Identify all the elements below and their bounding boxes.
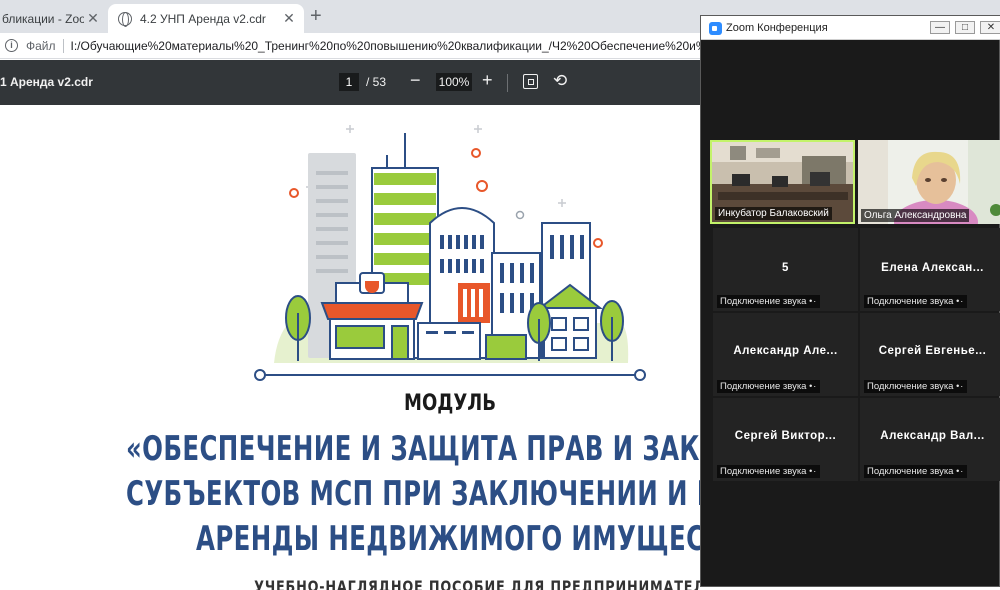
participant-name: Инкубатор Балаковский xyxy=(715,207,832,220)
zoom-out-button[interactable]: − xyxy=(410,70,421,91)
participant-tile[interactable]: Александр Вал... Подключение звука •· xyxy=(860,398,1000,481)
tab-zoom-publications[interactable]: бликации - Zoom ✕ xyxy=(0,4,108,33)
maximize-button[interactable]: □ xyxy=(955,21,975,34)
tab-label: бликации - Zoom xyxy=(2,11,84,26)
audio-status: Подключение звука •· xyxy=(864,295,968,308)
close-button[interactable]: ✕ xyxy=(980,21,1000,34)
close-tab-icon[interactable]: ✕ xyxy=(280,10,298,27)
rotate-icon[interactable]: ⟲ xyxy=(553,72,567,89)
participant-name: Сергей Виктор... xyxy=(734,430,837,442)
close-tab-icon[interactable]: ✕ xyxy=(84,10,102,27)
participant-tile[interactable]: Елена Алексан... Подключение звука •· xyxy=(860,228,1000,311)
audio-status: Подключение звука •· xyxy=(717,465,821,478)
document-title-line-1: «ОБЕСПЕЧЕНИЕ И ЗАЩИТА ПРАВ И ЗАКОННЫХ ИН… xyxy=(126,429,700,469)
participant-tile[interactable]: Сергей Евгенье... Подключение звука •· xyxy=(860,313,1000,396)
fit-to-page-icon[interactable] xyxy=(523,74,538,89)
participant-name: Сергей Евгенье... xyxy=(878,345,987,357)
tab-pdf-document[interactable]: 4.2 УНП Аренда v2.cdr ✕ xyxy=(108,4,304,33)
info-icon[interactable]: i xyxy=(5,39,18,52)
page-total: / 53 xyxy=(366,75,387,89)
participant-name: Александр Вал... xyxy=(880,430,985,442)
participant-name: 5 xyxy=(782,262,789,274)
zoom-level-input[interactable]: 100% xyxy=(436,73,472,91)
participant-name: Елена Алексан... xyxy=(881,262,984,274)
audio-status: Подключение звука •· xyxy=(717,295,821,308)
pdf-file-title: 1 Аренда v2.cdr xyxy=(0,75,93,89)
pdf-page: МОДУЛЬ «ОБЕСПЕЧЕНИЕ И ЗАЩИТА ПРАВ И ЗАКО… xyxy=(0,105,700,590)
video-tile-incubator[interactable]: Инкубатор Балаковский xyxy=(710,140,855,224)
scheme-label: Файл xyxy=(26,38,56,53)
video-tile-olga[interactable]: Ольга Александровна xyxy=(858,140,1000,244)
participant-name: Ольга Александровна xyxy=(861,209,970,222)
audio-status: Подключение звука •· xyxy=(864,380,968,393)
document-title-line-2: СУБЪЕКТОВ МСП ПРИ ЗАКЛЮЧЕНИИ И ИСПОЛНЕНИ… xyxy=(126,474,700,514)
globe-icon xyxy=(118,11,132,27)
city-illustration xyxy=(254,125,646,381)
participant-tile[interactable]: 5 Подключение звука •· xyxy=(713,228,858,311)
zoom-logo-icon xyxy=(709,22,722,35)
tab-label: 4.2 УНП Аренда v2.cdr xyxy=(140,11,266,26)
toolbar-divider xyxy=(507,74,508,92)
minimize-button[interactable]: — xyxy=(930,21,950,34)
module-label: МОДУЛЬ xyxy=(403,391,496,416)
divider xyxy=(62,38,64,53)
participant-tile[interactable]: Сергей Виктор... Подключение звука •· xyxy=(713,398,858,481)
zoom-in-button[interactable]: + xyxy=(482,70,493,91)
audio-status: Подключение звука •· xyxy=(864,465,968,478)
document-subtitle: УЧЕБНО-НАГЛЯДНОЕ ПОСОБИЕ ДЛЯ ПРЕДПРИНИМА… xyxy=(254,577,700,590)
document-title-line-3: АРЕНДЫ НЕДВИЖИМОГО ИМУЩЕСТВА» xyxy=(196,519,700,559)
audio-status: Подключение звука •· xyxy=(717,380,821,393)
participant-name: Александр Але... xyxy=(733,345,838,357)
participant-tile[interactable]: Александр Але... Подключение звука •· xyxy=(713,313,858,396)
new-tab-button[interactable]: + xyxy=(310,6,322,26)
zoom-titlebar[interactable]: Zoom Конференция — □ ✕ xyxy=(701,16,1000,40)
zoom-window: Zoom Конференция — □ ✕ Инкубатор Балаков… xyxy=(700,15,1000,587)
zoom-window-title: Zoom Конференция xyxy=(726,22,828,34)
page-number-input[interactable]: 1 xyxy=(339,73,359,91)
